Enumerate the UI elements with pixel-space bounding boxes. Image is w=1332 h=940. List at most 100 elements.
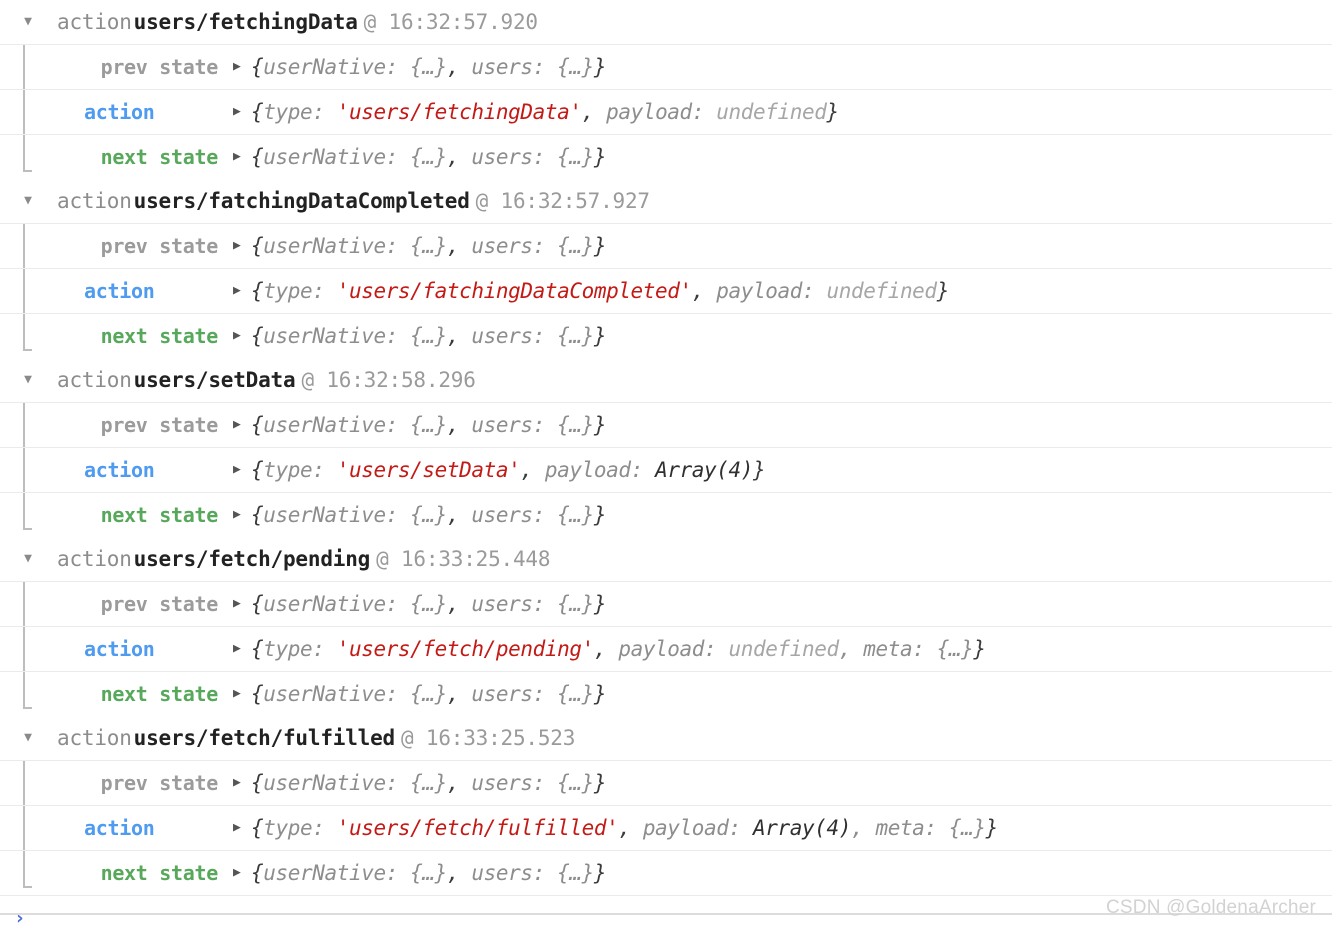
expand-arrow-icon[interactable]: ▶ — [233, 493, 241, 537]
preview-separator: , — [446, 55, 472, 79]
preview-value: {…} — [410, 592, 447, 616]
row-label-action: action — [84, 100, 155, 124]
expand-arrow-icon[interactable]: ▶ — [233, 627, 241, 671]
expand-arrow-icon[interactable]: ▶ — [233, 761, 241, 805]
expand-arrow-icon[interactable]: ▶ — [233, 851, 241, 895]
preview-key: userNative: — [263, 55, 411, 79]
preview-close-brace: } — [593, 861, 607, 885]
preview-close-brace: } — [593, 55, 607, 79]
preview-value-type: 'users/setData' — [336, 458, 521, 482]
log-group-header[interactable]: ▼ actionusers/fetchingData @ 16:32:57.920 — [0, 0, 1332, 44]
preview-close-brace: } — [973, 637, 986, 661]
preview-separator: , — [593, 637, 619, 661]
row-label-action: action — [84, 279, 155, 303]
group-at-symbol: @ — [301, 368, 314, 392]
expand-arrow-icon[interactable]: ▶ — [233, 224, 241, 268]
row-label-prev-state: prev state — [100, 771, 219, 795]
console-row-action[interactable]: action ▶ {type: 'users/setData', payload: … — [0, 448, 1332, 493]
expand-arrow-icon[interactable]: ▶ — [233, 45, 241, 89]
log-group-body: prev state ▶ {userNative: {…}, users: {…}}… — [0, 223, 1332, 358]
console-row-next-state[interactable]: next state ▶ {userNative: {…}, users: {…}} — [0, 672, 1332, 716]
group-at-symbol: @ — [376, 547, 389, 571]
console-row-action[interactable]: action ▶ {type: 'users/fetchingData', payl… — [0, 90, 1332, 135]
preview-open-brace: { — [251, 861, 264, 885]
preview-value: {…} — [410, 234, 447, 258]
expand-arrow-icon[interactable]: ▶ — [233, 582, 241, 626]
collapse-triangle-icon[interactable]: ▼ — [18, 537, 38, 581]
preview-value-payload: Array(4) — [655, 458, 754, 482]
row-object-preview: {type: 'users/setData', payload: Array(4… — [251, 448, 766, 492]
preview-close-brace: } — [593, 145, 607, 169]
watermark: CSDN @GoldenaArcher — [1106, 897, 1316, 918]
preview-value: {…} — [557, 503, 594, 527]
preview-open-brace: { — [251, 279, 264, 303]
group-timestamp: 16:32:57.920 — [376, 10, 539, 34]
row-object-preview: {userNative: {…}, users: {…}} — [251, 582, 607, 626]
console-row-action[interactable]: action ▶ {type: 'users/fetch/fulfilled', p… — [0, 806, 1332, 851]
preview-close-brace: } — [593, 682, 607, 706]
expand-arrow-icon[interactable]: ▶ — [233, 403, 241, 447]
preview-separator: , — [618, 816, 643, 840]
preview-separator: , — [446, 145, 472, 169]
preview-key-payload: payload: — [544, 458, 656, 482]
row-object-preview: {userNative: {…}, users: {…}} — [251, 403, 607, 447]
preview-key-type: type: — [263, 816, 337, 840]
preview-key: users: — [471, 592, 558, 616]
row-object-preview: {userNative: {…}, users: {…}} — [251, 493, 607, 537]
preview-key-payload: payload: — [716, 279, 827, 303]
preview-key: users: — [471, 503, 558, 527]
console-row-next-state[interactable]: next state ▶ {userNative: {…}, users: {…}} — [0, 314, 1332, 358]
log-group-header[interactable]: ▼ actionusers/fatchingDataCompleted @ 16:3… — [0, 179, 1332, 223]
collapse-triangle-icon[interactable]: ▼ — [18, 716, 38, 760]
log-group-header[interactable]: ▼ actionusers/fetch/pending @ 16:33:25.448 — [0, 537, 1332, 581]
expand-arrow-icon[interactable]: ▶ — [233, 269, 241, 313]
row-label-next-state: next state — [100, 145, 219, 169]
preview-close-brace: } — [753, 458, 766, 482]
row-object-preview: {type: 'users/fetch/pending', payload: u… — [251, 627, 986, 671]
expand-arrow-icon[interactable]: ▶ — [233, 90, 241, 134]
console-row-next-state[interactable]: next state ▶ {userNative: {…}, users: {…}} — [0, 851, 1332, 895]
console-row-prev-state[interactable]: prev state ▶ {userNative: {…}, users: {…}} — [0, 582, 1332, 627]
preview-key: userNative: — [263, 771, 411, 795]
preview-value: {…} — [410, 503, 447, 527]
preview-key: users: — [471, 682, 558, 706]
console-log-group: ▼ actionusers/setData @ 16:32:58.296 prev s… — [0, 358, 1332, 537]
collapse-triangle-icon[interactable]: ▼ — [18, 179, 38, 223]
console-row-next-state[interactable]: next state ▶ {userNative: {…}, users: {…}} — [0, 493, 1332, 537]
collapse-triangle-icon[interactable]: ▼ — [18, 0, 38, 44]
preview-separator: , — [446, 234, 472, 258]
log-group-header[interactable]: ▼ actionusers/setData @ 16:32:58.296 — [0, 358, 1332, 402]
preview-key: userNative: — [263, 682, 411, 706]
group-at-symbol: @ — [400, 726, 414, 750]
group-keyword: action — [57, 726, 132, 750]
preview-key: users: — [471, 771, 558, 795]
console-log-group: ▼ actionusers/fatchingDataCompleted @ 16:3… — [0, 179, 1332, 358]
console-row-action[interactable]: action ▶ {type: 'users/fatchingDataComplet… — [0, 269, 1332, 314]
preview-value: {…} — [557, 682, 594, 706]
console-row-prev-state[interactable]: prev state ▶ {userNative: {…}, users: {…}} — [0, 403, 1332, 448]
preview-separator: , — [446, 682, 472, 706]
preview-open-brace: { — [251, 100, 264, 124]
console-row-prev-state[interactable]: prev state ▶ {userNative: {…}, users: {…}} — [0, 761, 1332, 806]
preview-value: {…} — [557, 771, 594, 795]
preview-open-brace: { — [251, 682, 264, 706]
log-group-header[interactable]: ▼ actionusers/fetch/fulfilled @ 16:33:25.5… — [0, 716, 1332, 760]
preview-value: {…} — [557, 861, 594, 885]
preview-value-type: 'users/fetch/pending' — [336, 637, 595, 661]
preview-close-brace: } — [593, 503, 607, 527]
console-row-action[interactable]: action ▶ {type: 'users/fetch/pending', pay… — [0, 627, 1332, 672]
console-row-next-state[interactable]: next state ▶ {userNative: {…}, users: {…}} — [0, 135, 1332, 179]
expand-arrow-icon[interactable]: ▶ — [233, 314, 241, 358]
group-timestamp: 16:32:58.296 — [313, 368, 476, 392]
console-row-prev-state[interactable]: prev state ▶ {userNative: {…}, users: {…}} — [0, 45, 1332, 90]
collapse-triangle-icon[interactable]: ▼ — [18, 358, 38, 402]
preview-open-brace: { — [251, 458, 264, 482]
expand-arrow-icon[interactable]: ▶ — [233, 806, 241, 850]
row-object-preview: {userNative: {…}, users: {…}} — [251, 224, 607, 268]
expand-arrow-icon[interactable]: ▶ — [233, 448, 241, 492]
console-row-prev-state[interactable]: prev state ▶ {userNative: {…}, users: {…}} — [0, 224, 1332, 269]
group-keyword: action — [57, 547, 132, 571]
console-log-group: ▼ actionusers/fetch/fulfilled @ 16:33:25.5… — [0, 716, 1332, 895]
expand-arrow-icon[interactable]: ▶ — [233, 135, 241, 179]
expand-arrow-icon[interactable]: ▶ — [233, 672, 241, 716]
